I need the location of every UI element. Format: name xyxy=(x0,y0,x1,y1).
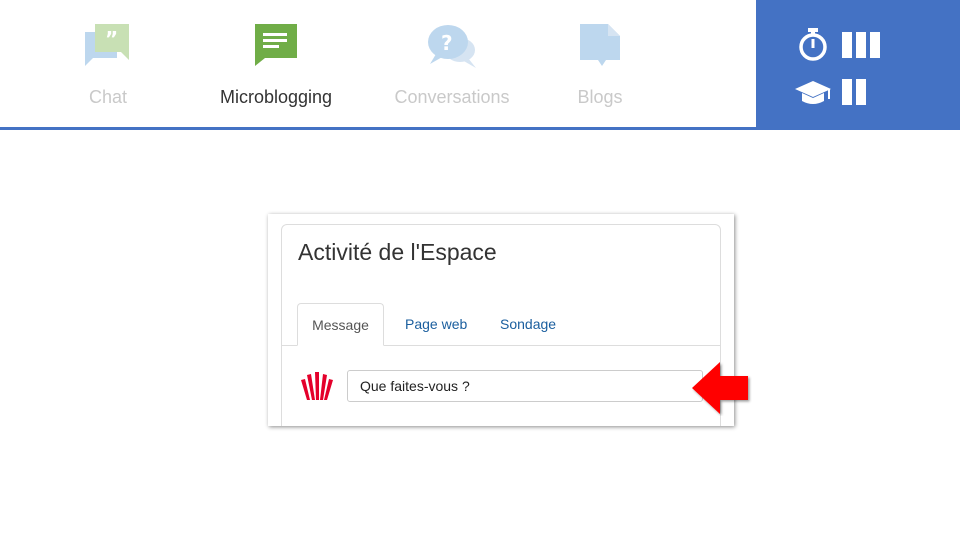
top-navigation: ” Chat Microblogging ? Conversations Blo… xyxy=(0,0,756,128)
nav-item-conversations[interactable]: ? Conversations xyxy=(386,0,518,128)
svg-text:?: ? xyxy=(441,31,453,55)
svg-text:”: ” xyxy=(105,27,118,51)
progress-bar xyxy=(842,79,852,105)
stopwatch-bars xyxy=(842,32,880,58)
stopwatch-icon xyxy=(796,28,830,67)
chat-icon: ” xyxy=(83,22,133,71)
nav-item-blogs[interactable]: Blogs xyxy=(560,0,640,128)
nav-label-microblogging: Microblogging xyxy=(219,87,333,107)
blogs-icon xyxy=(578,22,622,73)
status-input[interactable]: Que faites-vous ? xyxy=(347,370,703,402)
tab-sondage[interactable]: Sondage xyxy=(500,303,556,345)
arrow-left-icon xyxy=(690,360,752,421)
cap-bars xyxy=(842,79,866,105)
progress-bar xyxy=(856,32,866,58)
microblog-icon xyxy=(253,22,299,71)
progress-bar xyxy=(842,32,852,58)
nav-item-microblogging[interactable]: Microblogging xyxy=(208,0,344,128)
nav-item-chat[interactable]: ” Chat xyxy=(58,0,158,128)
nav-label-chat: Chat xyxy=(88,87,128,107)
post-type-tabs: Message Page web Sondage xyxy=(282,303,720,346)
conversations-icon: ? xyxy=(426,22,478,75)
shell-logo-icon xyxy=(298,370,336,407)
tab-message[interactable]: Message xyxy=(297,303,384,346)
progress-bar xyxy=(870,32,880,58)
graduation-cap-icon xyxy=(794,80,832,111)
tab-page-web[interactable]: Page web xyxy=(405,303,467,345)
progress-box xyxy=(756,0,960,130)
nav-label-blogs: Blogs xyxy=(577,87,623,107)
nav-label-conversations: Conversations xyxy=(394,87,510,107)
activity-card: Activité de l'Espace Message Page web So… xyxy=(268,214,734,426)
progress-bar xyxy=(856,79,866,105)
nav-divider xyxy=(0,127,756,130)
panel-title: Activité de l'Espace xyxy=(298,239,497,265)
